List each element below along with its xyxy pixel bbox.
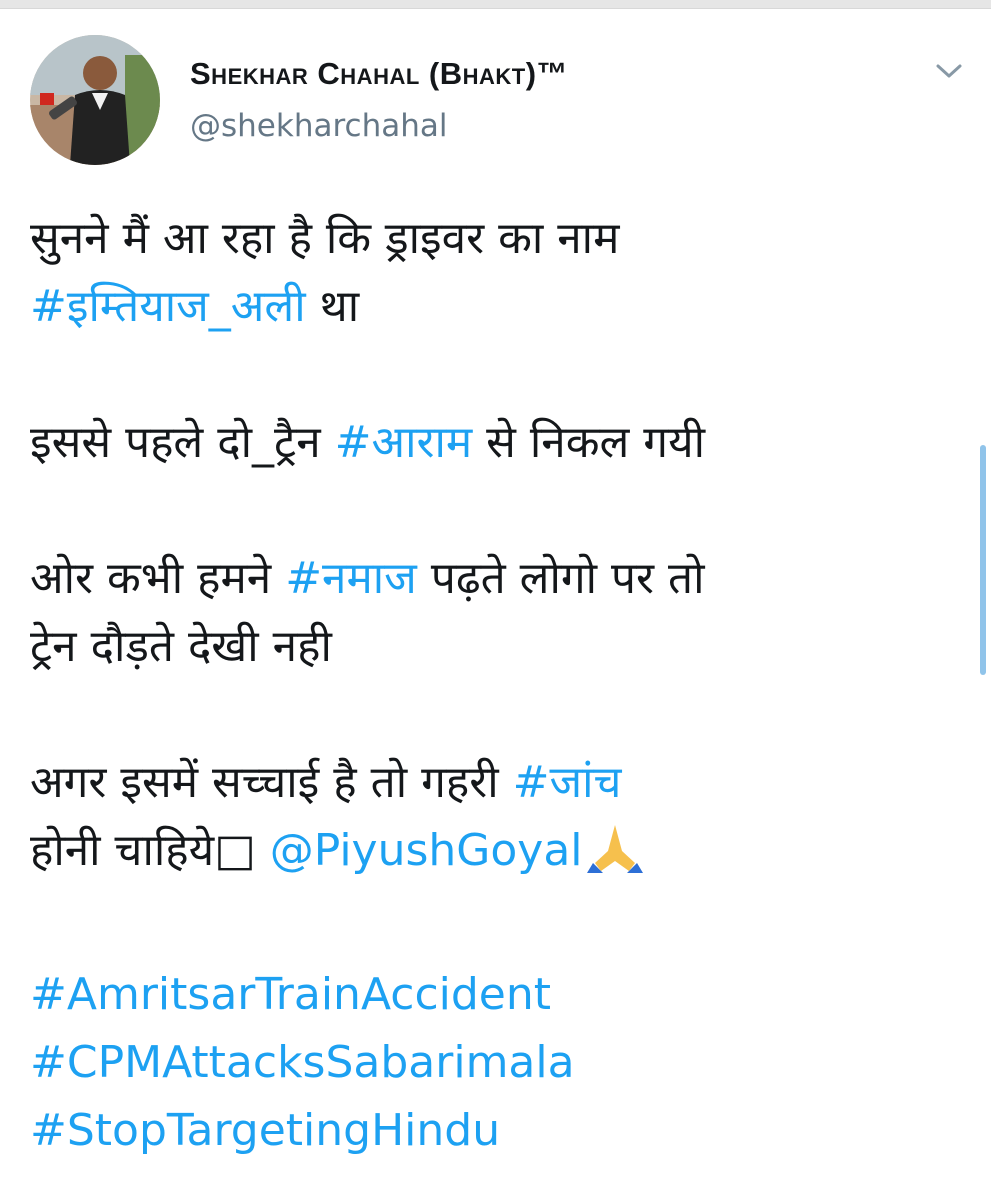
tweet-text-segment: पढ़ते लोगो पर तो [416,553,705,604]
tweet-text-segment: इससे पहले दो_ट्रैन [30,417,335,468]
avatar[interactable] [30,35,160,165]
folded-hands-icon [585,821,645,893]
top-divider [0,0,991,9]
tweet-line: सुनने मैं आ रहा है कि ड्राइवर का नाम [30,205,960,273]
tweet-line: #इम्तियाज_अली था [30,273,960,341]
tweet-paragraph: इससे पहले दो_ट्रैन #आराम से निकल गयी [30,409,960,477]
tweet-text-segment: होनी चाहिये [30,825,215,876]
hashtag-link[interactable]: #CPMAttacksSabarimala [30,1029,960,1097]
hashtag-list: #AmritsarTrainAccident #CPMAttacksSabari… [30,961,960,1165]
tweet-line: ट्रेन दौड़ते देखी नही [30,613,960,681]
missing-glyph: □ [214,825,256,876]
user-handle[interactable]: @shekharchahal [190,108,447,144]
tweet-line: होनी चाहिये□ @PiyushGoyal [30,817,960,893]
tweet-paragraph: अगर इसमें सच्चाई है तो गहरी #जांच होनी च… [30,749,960,893]
tweet-line: इससे पहले दो_ट्रैन #आराम से निकल गयी [30,409,960,477]
tweet-text-segment: अगर इसमें सच्चाई है तो गहरी [30,757,513,808]
mention-link[interactable]: @PiyushGoyal [256,825,583,876]
tweet-text: सुनने मैं आ रहा है कि ड्राइवर का नाम #इम… [30,205,960,1165]
tweet-line: अगर इसमें सच्चाई है तो गहरी #जांच [30,749,960,817]
hashtag-link[interactable]: #StopTargetingHindu [30,1097,960,1165]
hashtag-link[interactable]: #नमाज [285,553,417,604]
scrollbar-thumb[interactable] [980,445,986,675]
tweet-text-segment: से निकल गयी [472,417,705,468]
tweet-paragraph: सुनने मैं आ रहा है कि ड्राइवर का नाम #इम… [30,205,960,341]
hashtag-link[interactable]: #जांच [513,757,622,808]
hashtag-link[interactable]: #इम्तियाज_अली [30,281,306,332]
hashtag-link[interactable]: #AmritsarTrainAccident [30,961,960,1029]
tweet-text-segment: था [305,281,360,332]
user-photo-icon [30,35,160,165]
tweet-text-segment: सुनने मैं आ रहा है कि ड्राइवर का नाम [30,213,620,264]
tweet-text-segment: ट्रेन दौड़ते देखी नही [30,621,332,672]
hashtag-link[interactable]: #आराम [335,417,473,468]
tweet-paragraph: ओर कभी हमने #नमाज पढ़ते लोगो पर तो ट्रेन… [30,545,960,681]
chevron-down-icon[interactable] [934,60,964,82]
tweet-line: ओर कभी हमने #नमाज पढ़ते लोगो पर तो [30,545,960,613]
display-name[interactable]: Shekhar Chahal (Bhakt)™ [190,56,568,92]
tweet-text-segment: ओर कभी हमने [30,553,286,604]
